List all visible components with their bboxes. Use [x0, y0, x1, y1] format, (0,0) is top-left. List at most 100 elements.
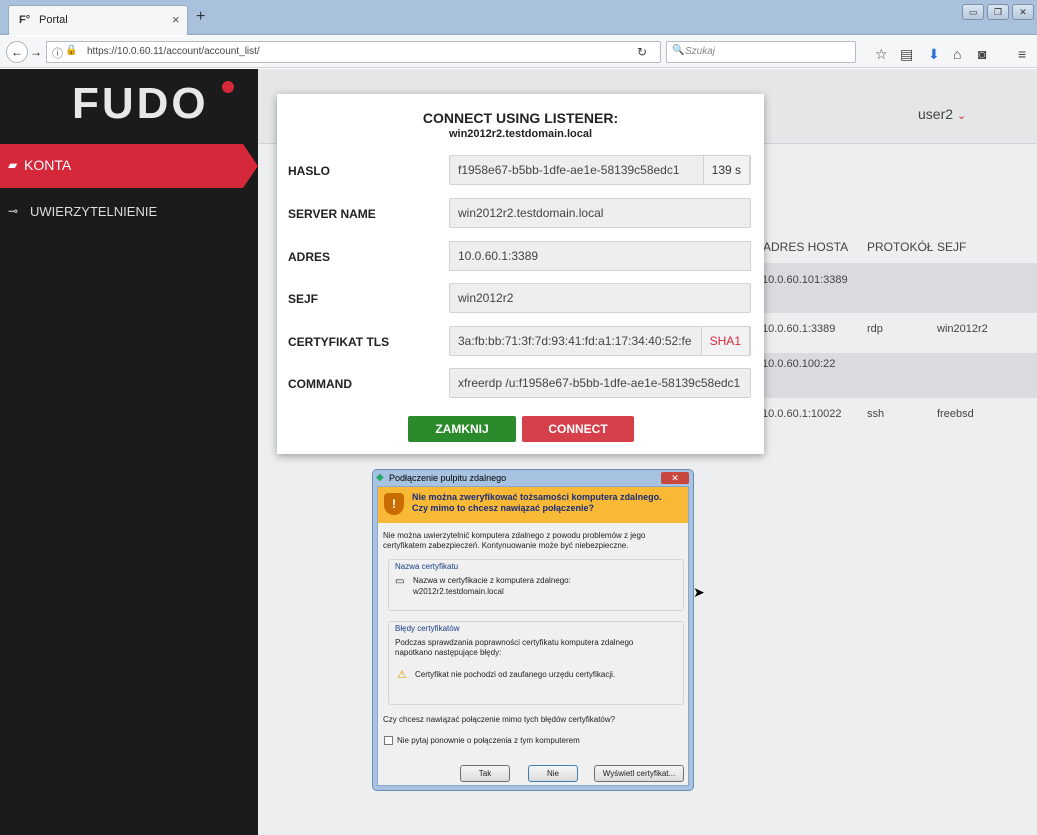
- command-field[interactable]: xfreerdp /u:f1958e67-b5bb-1dfe-ae1e-5813…: [449, 368, 751, 398]
- cert-errors-group: Błędy certyfikatów Podczas sprawdzania p…: [388, 621, 684, 705]
- no-button[interactable]: Nie: [528, 765, 578, 782]
- rdp-dialog-body: ! Nie można zweryfikować tożsamości komp…: [377, 486, 689, 786]
- connect-button[interactable]: CONNECT: [522, 416, 634, 442]
- restore-button[interactable]: ❐: [987, 4, 1009, 20]
- cell-host: 10.0.60.1:3389: [762, 323, 836, 335]
- cert-name-group-title: Nazwa certyfikatu: [395, 562, 459, 571]
- sidebar-item-konta[interactable]: ▰ KONTA: [0, 144, 243, 188]
- field-label-adres: ADRES: [288, 250, 331, 264]
- table-row[interactable]: 10.0.60.100:22: [760, 353, 1037, 398]
- sidebar-item-label: KONTA: [24, 157, 72, 173]
- field-label-command: COMMAND: [288, 377, 352, 391]
- search-input[interactable]: 🔍 Szukaj: [666, 41, 856, 63]
- server-name-field[interactable]: win2012r2.testdomain.local: [449, 198, 751, 228]
- warning-banner: ! Nie można zweryfikować tożsamości komp…: [378, 487, 688, 523]
- new-tab-button[interactable]: +: [196, 8, 205, 26]
- modal-title: CONNECT USING LISTENER:: [422, 110, 619, 126]
- command-value: xfreerdp /u:f1958e67-b5bb-1dfe-ae1e-5813…: [458, 376, 741, 390]
- field-label-haslo: HASLO: [288, 164, 330, 178]
- window-close-button[interactable]: ✕: [1012, 4, 1034, 20]
- reading-list-icon[interactable]: ▤: [900, 46, 913, 63]
- sidebar: FUDO ▰ KONTA ⊸ UWIERZYTELNIENIE: [0, 69, 258, 835]
- pocket-icon[interactable]: ◙: [978, 46, 986, 62]
- connect-modal: CONNECT USING LISTENER: win2012r2.testdo…: [277, 94, 764, 454]
- reload-icon[interactable]: ↻: [637, 45, 647, 59]
- close-button[interactable]: ZAMKNIJ: [408, 416, 516, 442]
- chevron-down-icon: ⌄: [956, 110, 967, 122]
- adres-value: 10.0.60.1:3389: [458, 249, 539, 263]
- bookmark-star-icon[interactable]: ☆: [875, 46, 888, 63]
- active-indicator-arrow: [243, 144, 258, 188]
- rdp-close-button[interactable]: ✕: [661, 472, 689, 484]
- tab-favicon-icon: F°: [19, 14, 31, 26]
- user-menu[interactable]: user2 ⌄: [918, 106, 966, 122]
- tab-close-icon[interactable]: ×: [172, 12, 180, 27]
- column-header-safe[interactable]: SEJF: [937, 240, 966, 254]
- table-row[interactable]: 10.0.60.1:3389 rdp win2012r2: [760, 313, 1037, 353]
- tab-portal[interactable]: F° Portal ×: [8, 5, 188, 35]
- insecure-lock-icon[interactable]: 🔒: [65, 45, 77, 56]
- dont-ask-checkbox[interactable]: [384, 736, 393, 745]
- nav-bar: ← → ⓘ 🔒 https://10.0.60.11/account/accou…: [0, 36, 1037, 68]
- cell-safe: freebsd: [937, 408, 974, 420]
- cert-name-line-2: w2012r2.testdomain.local: [413, 587, 504, 596]
- menu-icon[interactable]: ≡: [1018, 46, 1026, 62]
- errors-line-1: Podczas sprawdzania poprawności certyfik…: [395, 638, 634, 647]
- errors-line-2: napotkano następujące błędy:: [395, 648, 502, 657]
- user-name: user2: [918, 106, 954, 122]
- cert-name-line-1: Nazwa w certyfikacie z komputera zdalneg…: [413, 576, 571, 585]
- mouse-cursor-icon: ➤: [693, 584, 705, 600]
- column-header-host[interactable]: ADRES HOSTA: [763, 240, 848, 254]
- page: user2 ⌄ FUDO ▰ KONTA ⊸ UWIERZYTELNIENIE …: [0, 69, 1037, 835]
- certyfikat-field[interactable]: 3a:fb:bb:71:3f:7d:93:41:fd:a1:17:34:40:5…: [449, 326, 751, 356]
- dont-ask-label[interactable]: Nie pytaj ponownie o połączenia z tym ko…: [397, 736, 580, 745]
- sidebar-item-uwierzytelnienie[interactable]: ⊸ UWIERZYTELNIENIE: [0, 197, 258, 227]
- cert-name-group: Nazwa certyfikatu ▭ Nazwa w certyfikacie…: [388, 559, 684, 611]
- cell-protocol: rdp: [867, 323, 883, 335]
- table-row[interactable]: 10.0.60.101:3389: [760, 263, 1037, 313]
- view-certificate-button[interactable]: Wyświetl certyfikat...: [594, 765, 684, 782]
- sha1-badge: SHA1: [700, 326, 750, 356]
- download-icon[interactable]: ⬇: [928, 46, 940, 63]
- rdp-dialog: ◆ Podłączenie pulpitu zdalnego ✕ ! Nie m…: [372, 469, 694, 791]
- haslo-value: f1958e67-b5bb-1dfe-ae1e-58139c58edc1: [458, 163, 680, 177]
- sejf-field[interactable]: win2012r2: [449, 283, 751, 313]
- url-bar[interactable]: ⓘ 🔒 https://10.0.60.11/account/account_l…: [46, 41, 661, 63]
- error-item: Certyfikat nie pochodzi od zaufanego urz…: [415, 670, 616, 679]
- info-icon[interactable]: ⓘ: [52, 45, 63, 61]
- home-icon[interactable]: ⌂: [953, 46, 961, 62]
- search-placeholder: Szukaj: [685, 46, 716, 57]
- cell-host: 10.0.60.101:3389: [762, 274, 848, 286]
- sidebar-item-label: UWIERZYTELNIENIE: [30, 204, 158, 219]
- url-text: https://10.0.60.11/account/account_list/: [87, 46, 260, 57]
- column-header-protocol[interactable]: PROTOKÓŁ: [867, 240, 933, 254]
- cell-host: 10.0.60.100:22: [762, 358, 836, 370]
- field-label-server-name: SERVER NAME: [288, 207, 376, 221]
- forward-button[interactable]: →: [30, 45, 42, 59]
- tab-strip: F° Portal × + ▭ ❐ ✕: [0, 0, 1037, 35]
- question-text: Czy chcesz nawiązać połączenie mimo tych…: [383, 715, 616, 724]
- rdp-dialog-title: Podłączenie pulpitu zdalnego: [389, 473, 507, 483]
- cert-errors-group-title: Błędy certyfikatów: [395, 624, 460, 633]
- intro-line-1: Nie można uwierzytelnić komputera zdalne…: [383, 531, 646, 540]
- field-label-certyfikat: CERTYFIKAT TLS: [288, 335, 390, 349]
- yes-button[interactable]: Tak: [460, 765, 510, 782]
- tab-title: Portal: [39, 14, 68, 26]
- modal-subtitle: win2012r2.testdomain.local: [448, 128, 593, 140]
- cell-protocol: ssh: [867, 408, 885, 420]
- rdp-app-icon: ◆: [376, 472, 384, 483]
- adres-field[interactable]: 10.0.60.1:3389: [449, 241, 751, 271]
- sejf-value: win2012r2: [458, 291, 514, 305]
- back-button[interactable]: ←: [6, 41, 28, 63]
- warning-line-2: Czy mimo to chcesz nawiązać połączenie?: [412, 503, 595, 513]
- search-icon: 🔍: [672, 45, 685, 56]
- haslo-field[interactable]: f1958e67-b5bb-1dfe-ae1e-58139c58edc1 139…: [449, 155, 751, 185]
- table-row[interactable]: 10.0.60.1:10022 ssh freebsd: [760, 398, 1037, 448]
- minimize-button[interactable]: ▭: [962, 4, 984, 20]
- shield-warning-icon: !: [384, 493, 404, 515]
- certyfikat-value: 3a:fb:bb:71:3f:7d:93:41:fd:a1:17:34:40:5…: [458, 334, 692, 348]
- logo-dot: [222, 81, 234, 93]
- intro-line-2: certyfikatem zabezpieczeń. Kontynuowanie…: [383, 541, 629, 550]
- warning-triangle-icon: ⚠: [397, 669, 407, 681]
- key-icon: ⊸: [8, 204, 19, 218]
